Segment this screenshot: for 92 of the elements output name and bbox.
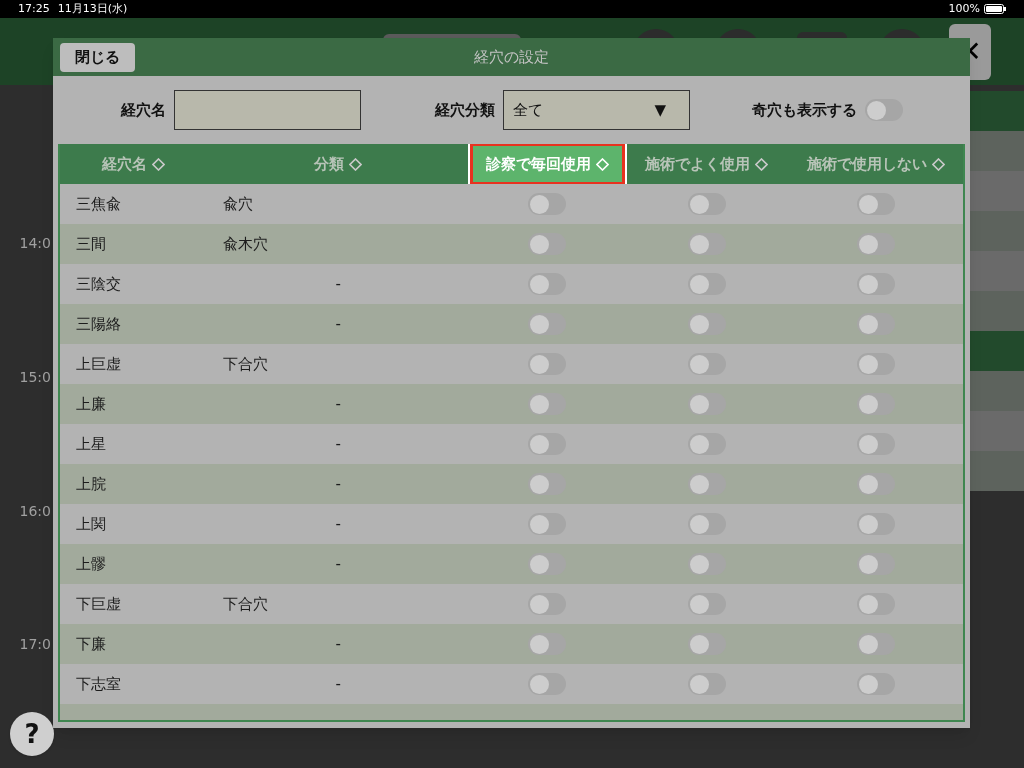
exam-toggle[interactable] (528, 473, 567, 495)
battery-percent: 100% (948, 0, 980, 17)
dialog-title: 経穴の設定 (474, 46, 549, 68)
exam-toggle[interactable] (528, 273, 567, 295)
point-category: - (335, 473, 341, 495)
often-toggle[interactable] (687, 473, 726, 495)
time-label: 15:0 (19, 367, 51, 387)
often-toggle[interactable] (687, 353, 726, 375)
point-category: - (335, 633, 341, 655)
exam-toggle[interactable] (528, 193, 567, 215)
show-extra-label: 奇穴も表示する (752, 99, 857, 121)
exam-toggle[interactable] (528, 593, 567, 615)
never-toggle[interactable] (856, 433, 895, 455)
never-toggle[interactable] (856, 673, 895, 695)
often-toggle[interactable] (687, 313, 726, 335)
often-toggle[interactable] (687, 673, 726, 695)
never-toggle[interactable] (856, 193, 895, 215)
exam-toggle[interactable] (528, 633, 567, 655)
never-toggle[interactable] (856, 313, 895, 335)
never-toggle[interactable] (856, 513, 895, 535)
close-dialog-button[interactable]: 閉じる (60, 43, 135, 72)
often-toggle[interactable] (687, 433, 726, 455)
often-toggle[interactable] (687, 513, 726, 535)
never-toggle[interactable] (856, 353, 895, 375)
never-toggle[interactable] (856, 273, 895, 295)
never-toggle[interactable] (856, 553, 895, 575)
status-date: 11月13日(水) (57, 0, 128, 17)
exam-toggle[interactable] (528, 513, 567, 535)
sort-icon (595, 157, 609, 171)
point-category: - (335, 513, 341, 535)
often-toggle[interactable] (687, 233, 726, 255)
point-name: 三間 (76, 234, 106, 253)
category-label: 経穴分類 (435, 99, 495, 121)
point-category: - (335, 393, 341, 415)
point-category: 兪穴 (223, 193, 254, 215)
often-toggle[interactable] (687, 593, 726, 615)
time-label: 16:0 (19, 501, 51, 521)
point-name: 上巨虚 (76, 354, 121, 373)
column-header[interactable]: 分類 (314, 152, 362, 176)
status-time: 17:25 (18, 0, 50, 17)
sort-icon (931, 157, 945, 171)
exam-toggle[interactable] (528, 313, 567, 335)
often-toggle[interactable] (687, 273, 726, 295)
sort-icon (755, 157, 769, 171)
point-name: 三陽絡 (76, 314, 121, 333)
sort-icon (151, 157, 165, 171)
exam-toggle[interactable] (528, 233, 567, 255)
point-category: - (335, 313, 341, 335)
exam-toggle[interactable] (528, 553, 567, 575)
column-header[interactable]: 施術でよく使用 (645, 152, 769, 176)
never-toggle[interactable] (856, 473, 895, 495)
column-header[interactable]: 施術で使用しない (806, 152, 945, 176)
point-category: 兪木穴 (223, 233, 269, 255)
point-name: 上関 (76, 514, 106, 533)
point-category: 下合穴 (223, 353, 269, 375)
point-name: 下廉 (76, 634, 106, 653)
point-category: - (335, 673, 341, 695)
point-category: - (335, 273, 341, 295)
time-label: 14:0 (19, 234, 51, 253)
never-toggle[interactable] (856, 593, 895, 615)
column-header[interactable]: 診察で毎回使用 (469, 144, 625, 185)
never-toggle[interactable] (856, 633, 895, 655)
often-toggle[interactable] (687, 553, 726, 575)
show-extra-toggle[interactable] (865, 99, 903, 121)
column-header[interactable]: 経穴名 (101, 152, 165, 176)
name-field[interactable] (174, 90, 361, 130)
point-name: 上星 (76, 434, 106, 453)
never-toggle[interactable] (856, 393, 895, 415)
point-name: 三陰交 (76, 274, 121, 293)
often-toggle[interactable] (687, 633, 726, 655)
battery-icon (984, 4, 1006, 14)
sort-icon (349, 157, 362, 171)
point-name: 上廉 (76, 394, 106, 413)
point-name: 下巨虚 (76, 594, 121, 613)
exam-toggle[interactable] (528, 353, 567, 375)
never-toggle[interactable] (856, 233, 895, 255)
point-category: - (335, 433, 341, 455)
point-name: 三焦兪 (76, 194, 121, 213)
often-toggle[interactable] (687, 393, 726, 415)
name-label: 経穴名 (121, 99, 166, 121)
exam-toggle[interactable] (528, 393, 567, 415)
point-name: 下志室 (76, 674, 121, 693)
often-toggle[interactable] (687, 193, 726, 215)
time-label: 17:0 (19, 635, 51, 655)
help-button[interactable]: ? (10, 712, 54, 756)
point-category: 下合穴 (223, 593, 269, 615)
category-select[interactable]: 全て ▼ (503, 90, 690, 130)
point-category: - (335, 553, 341, 575)
exam-toggle[interactable] (528, 673, 567, 695)
point-name: 上髎 (76, 554, 106, 573)
exam-toggle[interactable] (528, 433, 567, 455)
point-name: 上脘 (76, 474, 106, 493)
